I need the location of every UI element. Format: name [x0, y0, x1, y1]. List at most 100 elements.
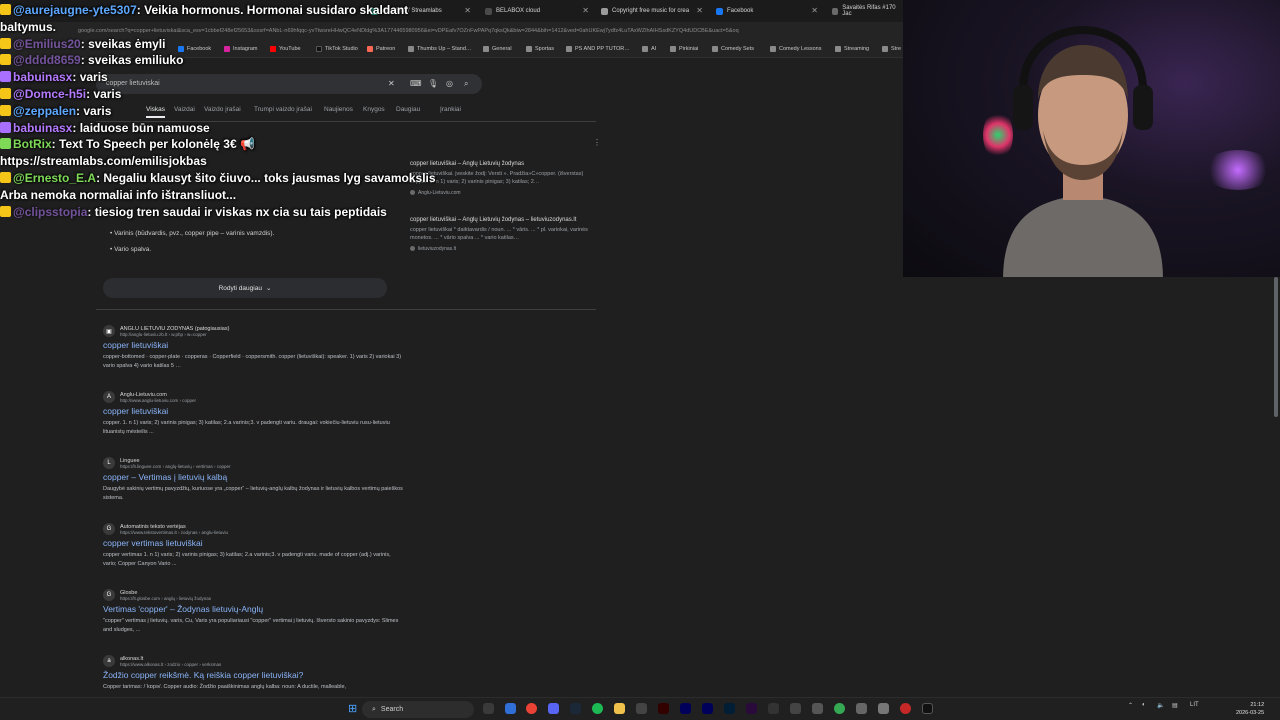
app-icon[interactable]: [900, 703, 911, 714]
app-tray-icon[interactable]: ◐: [1142, 702, 1146, 708]
bookmark-stre[interactable]: Stre: [882, 46, 901, 52]
clock[interactable]: 21:12 2026-03-25: [1236, 701, 1264, 717]
illustrator-icon[interactable]: [658, 703, 669, 714]
app-icon[interactable]: [856, 703, 867, 714]
chat-message: @aurejaugne-yte5307: Veikia hormonus. Ho…: [0, 2, 420, 19]
file-explorer-icon[interactable]: [614, 703, 625, 714]
side-source-card[interactable]: copper lietuviškai – Anglų Lietuvių žody…: [410, 217, 600, 252]
folder-icon: [566, 46, 572, 52]
bookmark-ps-pp-tutor[interactable]: PS AND PP TUTOR…: [566, 46, 630, 52]
tiktok-icon[interactable]: [922, 703, 933, 714]
site-icon: [410, 246, 415, 251]
discord-icon[interactable]: [548, 703, 559, 714]
list-item: • Vario spalva.: [110, 246, 152, 253]
search-result[interactable]: L Linguee https://lt.linguee.com › anglų-…: [103, 457, 403, 502]
microphone-icon[interactable]: 🎙: [428, 79, 438, 88]
chrome-icon[interactable]: [526, 703, 537, 714]
bookmark-sportas[interactable]: Sportas: [526, 46, 554, 52]
result-title-link[interactable]: Vertimas 'copper' – Žodynas lietuvių-Ang…: [103, 604, 403, 614]
folder-icon: [670, 46, 676, 52]
chat-message: BotRix: Text To Speech per kolonėlę 3€ 📢: [0, 136, 420, 153]
filter-tools[interactable]: Įrankiai: [440, 106, 461, 113]
audition-icon[interactable]: [702, 703, 713, 714]
streamer-person: [1003, 25, 1163, 277]
tab-copyright-music[interactable]: Copyright free music for crea ✕: [595, 3, 707, 19]
divider: [96, 309, 596, 310]
folder-icon: [642, 46, 648, 52]
photoshop-icon[interactable]: [724, 703, 735, 714]
scrollbar[interactable]: [1272, 277, 1280, 693]
result-title-link[interactable]: Žodžio copper reikšmė. Ką reiškia copper…: [103, 670, 403, 680]
tab-facebook[interactable]: Facebook ✕: [710, 3, 822, 19]
more-options-icon[interactable]: ⋮: [593, 138, 601, 147]
bookmark-streaming[interactable]: Streaming: [835, 46, 869, 52]
search-icon: ⌕: [372, 705, 376, 713]
site-favicon-icon: a: [103, 655, 115, 667]
app-icon[interactable]: [878, 703, 889, 714]
app-icon[interactable]: [812, 703, 823, 714]
chat-message: @Ernesto_E.A: Negaliu klausyt šito čiuvo…: [0, 170, 436, 187]
site-favicon-icon: G: [103, 523, 115, 535]
search-result[interactable]: A Anglu-Lietuviu.com http://www.anglu-lie…: [103, 391, 403, 436]
spotify-icon[interactable]: [592, 703, 603, 714]
music-icon: [601, 7, 608, 15]
windows-start-icon[interactable]: ⊞: [348, 702, 357, 715]
globe-icon: [485, 7, 492, 15]
chat-message: @clipsstopia: tiesiog tren saudai ir vis…: [0, 204, 420, 221]
result-title-link[interactable]: copper lietuviškai: [103, 340, 403, 350]
folder-icon: [526, 46, 532, 52]
close-icon[interactable]: ✕: [696, 6, 703, 15]
side-source-card[interactable]: copper lietuviškai – Anglų Lietuvių žody…: [410, 161, 600, 196]
app-icon[interactable]: [505, 703, 516, 714]
lens-icon[interactable]: ◎: [446, 79, 453, 88]
search-result[interactable]: a alkonas.lt https://www.alkonas.lt › zod…: [103, 655, 403, 692]
chrome-icon[interactable]: [834, 703, 845, 714]
bookmark-pirkiniai[interactable]: Pirkiniai: [670, 46, 698, 52]
after-effects-icon[interactable]: [680, 703, 691, 714]
app-icon[interactable]: [768, 703, 779, 714]
youtube-badge-icon: [0, 171, 11, 183]
chat-message: Arba nemoka normaliai info ištransliuot.…: [0, 187, 237, 202]
site-favicon-icon: L: [103, 457, 115, 469]
steam-icon[interactable]: [570, 703, 581, 714]
bookmark-ai[interactable]: AI: [642, 46, 656, 52]
youtube-badge-icon: [0, 54, 11, 66]
youtube-badge-icon: [0, 4, 11, 15]
youtube-badge-icon: [0, 104, 11, 116]
close-icon[interactable]: ✕: [582, 6, 589, 15]
chat-message: babuinasx: varis: [0, 69, 420, 86]
app-icon[interactable]: [790, 703, 801, 714]
search-icon[interactable]: ⌕: [464, 79, 468, 89]
task-view-icon[interactable]: [483, 703, 494, 714]
page-icon: [832, 7, 839, 15]
search-result[interactable]: G Glosbe https://lt.glosbe.com › anglų › …: [103, 589, 403, 634]
close-icon[interactable]: ✕: [811, 6, 818, 15]
network-icon[interactable]: ▤: [1172, 702, 1178, 709]
app-icon[interactable]: [636, 703, 647, 714]
bookmark-comedy-sets[interactable]: Comedy Sets: [712, 46, 754, 52]
folder-icon: [770, 46, 776, 52]
volume-icon[interactable]: 🔈: [1157, 702, 1164, 709]
scroll-thumb[interactable]: [1274, 277, 1278, 417]
result-title-link[interactable]: copper lietuviškai: [103, 406, 403, 416]
result-title-link[interactable]: copper vertimas lietuviškai: [103, 538, 403, 548]
webcam-overlay: [903, 0, 1280, 277]
bookmark-general[interactable]: General: [483, 46, 512, 52]
facebook-icon: [716, 7, 723, 15]
show-more-button[interactable]: Rodyti daugiau ⌄: [103, 278, 387, 298]
search-result[interactable]: G Automatinis teksto vertėjas https://www…: [103, 523, 403, 568]
taskbar: ⊞ ⌕ Search ⌃ ◐ 🔈 ▤ LIT 21:12 2026-03-25: [0, 697, 1280, 720]
close-icon[interactable]: ✕: [464, 6, 471, 15]
premiere-icon[interactable]: [746, 703, 757, 714]
tab-belabox[interactable]: BELABOX cloud ✕: [479, 3, 593, 19]
language-indicator[interactable]: LIT: [1190, 702, 1199, 708]
bookmark-comedy-lessons[interactable]: Comedy Lessons: [770, 46, 822, 52]
chevron-up-icon[interactable]: ⌃: [1128, 702, 1133, 709]
chat-message: @dddd8659: sveikas emiliuko: [0, 52, 420, 69]
result-title-link[interactable]: copper – Vertimas į lietuvių kalbą: [103, 472, 403, 482]
tab-savaites-rifas[interactable]: Savaitės Rifas #170 Jac: [826, 3, 906, 19]
search-result[interactable]: ▣ ANGLU LIETUVIU ZODYNAS (patogiausias) h…: [103, 325, 403, 370]
folder-icon: [835, 46, 841, 52]
taskbar-search[interactable]: ⌕ Search: [362, 701, 474, 718]
chat-message: baltymus.: [0, 19, 57, 34]
